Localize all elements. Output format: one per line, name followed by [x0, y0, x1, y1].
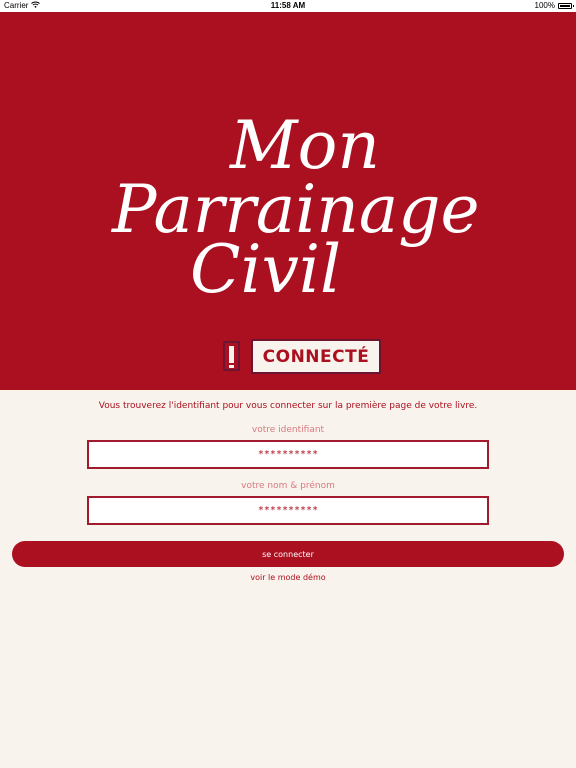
- exclamation-icon: [223, 341, 240, 371]
- identifier-label: votre identifiant: [251, 425, 325, 435]
- status-time: 11:58 AM: [270, 1, 306, 10]
- app-logo: Mon Parrainage Civil: [111, 107, 480, 308]
- battery-percent: 100%: [534, 1, 555, 10]
- instruction-text: Vous trouverez l'identifiant pour vous c…: [98, 401, 478, 411]
- name-field[interactable]: [87, 496, 489, 525]
- logo-line-3: Civil: [190, 231, 341, 308]
- demo-mode-link[interactable]: voir le mode démo: [0, 573, 576, 582]
- connected-badge: CONNECTÉ: [251, 339, 381, 374]
- identifier-field[interactable]: [87, 440, 489, 469]
- name-label: votre nom & prénom: [241, 481, 335, 491]
- connect-button[interactable]: se connecter: [12, 541, 564, 567]
- battery-icon: [558, 2, 574, 9]
- status-bar: Carrier 11:58 AM 100%: [0, 0, 576, 12]
- battery-status: 100%: [534, 1, 574, 10]
